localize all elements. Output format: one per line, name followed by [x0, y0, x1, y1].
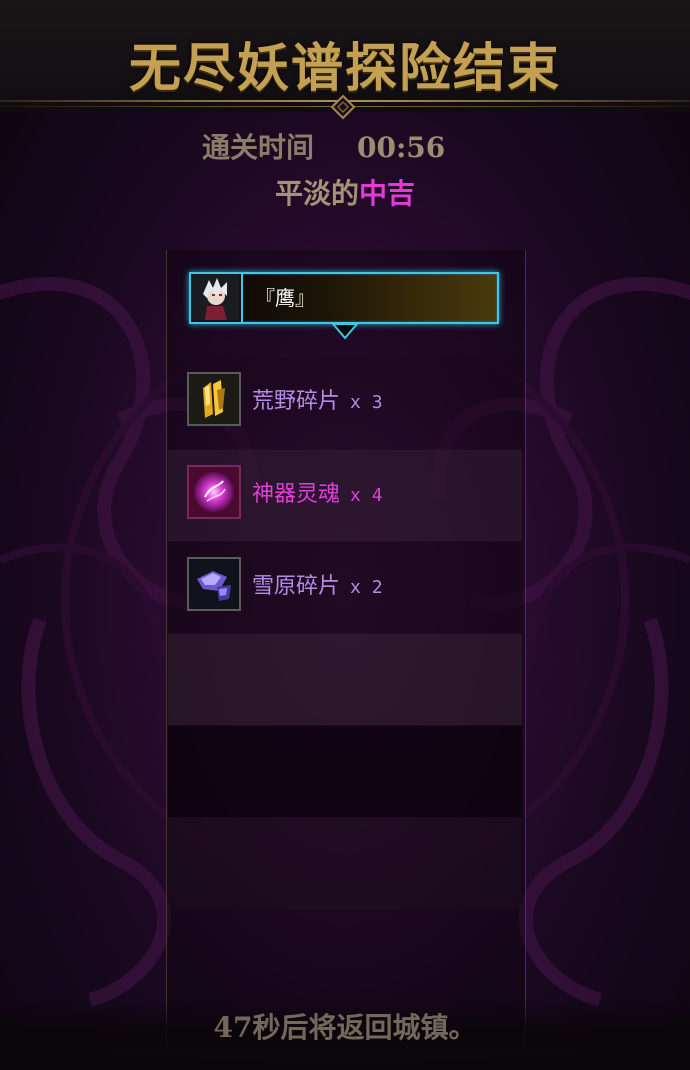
empty-reward-slot	[168, 634, 522, 725]
reward-label: 荒野碎片 x 3	[252, 387, 383, 418]
reward-item[interactable]: 雪原碎片 x 2	[168, 542, 522, 633]
violet-crystal-shard-icon	[187, 557, 241, 611]
reward-name: 神器灵魂	[252, 482, 341, 507]
empty-reward-slot	[168, 726, 522, 817]
reward-item[interactable]: 荒野碎片 x 3	[168, 357, 522, 448]
fortune-value: 中吉	[359, 177, 416, 210]
page-title: 无尽妖谱探险结束	[128, 38, 561, 99]
player-name: 『鹰』	[255, 286, 315, 310]
clear-time-label: 通关时间	[202, 131, 315, 164]
reward-qty: x 3	[350, 392, 383, 413]
reward-qty: x 2	[350, 577, 383, 598]
player-avatar	[191, 274, 243, 322]
card-pointer-icon	[331, 323, 359, 340]
reward-name: 荒野碎片	[252, 389, 341, 414]
return-countdown: 47秒后将返回城镇。	[213, 1011, 477, 1044]
fortune-prefix: 平淡的	[274, 177, 359, 210]
clear-time-value: 00:56	[357, 131, 446, 164]
character-portrait-icon	[191, 274, 239, 320]
reward-name: 雪原碎片	[252, 574, 341, 599]
player-card[interactable]: 『鹰』	[189, 272, 499, 324]
reward-label: 神器灵魂 x 4	[252, 480, 383, 511]
reward-item[interactable]: 神器灵魂 x 4	[168, 450, 522, 541]
empty-reward-slot	[168, 818, 522, 909]
reward-label: 雪原碎片 x 2	[252, 572, 383, 603]
reward-qty: x 4	[350, 485, 383, 506]
gold-crystal-shard-icon	[187, 372, 241, 426]
clear-time-row: 通关时间 00:56	[0, 128, 690, 168]
fortune-result: 平淡的中吉	[0, 174, 690, 214]
magenta-soul-orb-icon	[187, 465, 241, 519]
